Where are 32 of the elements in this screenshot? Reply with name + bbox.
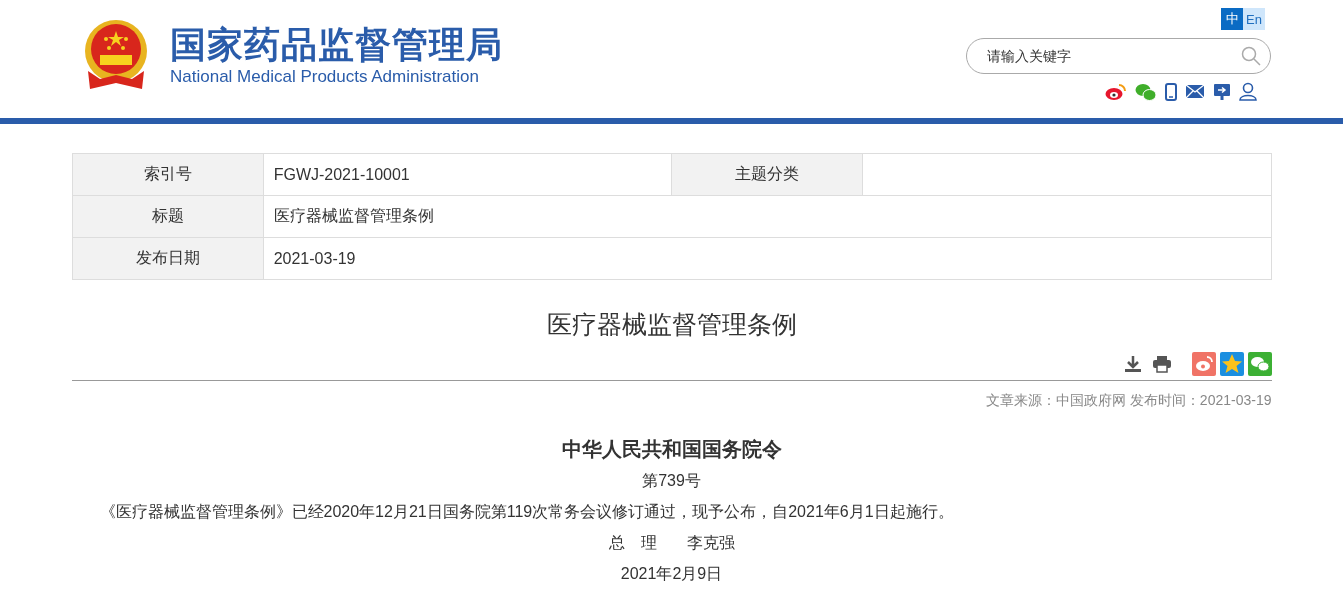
decree-date: 2021年2月9日 — [619, 564, 724, 584]
language-tab[interactable]: 中 — [1221, 8, 1243, 30]
decree-number: 第739号 — [641, 471, 702, 491]
signature-name: 李克强 — [686, 533, 735, 553]
field-value: 医疗器械监督管理条例 — [263, 195, 1271, 238]
user-icon[interactable] — [1239, 82, 1257, 101]
field-label: 主题分类 — [671, 153, 863, 196]
field-label: 索引号 — [72, 153, 264, 196]
star-share-icon[interactable] — [1219, 352, 1244, 376]
wechat-icon[interactable] — [1135, 82, 1157, 101]
field-label: 标题 — [72, 195, 264, 238]
mail-icon[interactable] — [1185, 84, 1205, 99]
field-value: FGWJ-2021-10001 — [263, 153, 672, 196]
phone-icon[interactable] — [1165, 82, 1177, 101]
weibo-icon[interactable] — [1105, 82, 1127, 101]
decree-paragraph: 《医疗器械监督管理条例》已经2020年12月21日国务院第119次常务会议修订通过，现予公布，自2021年6月1日起施行。 — [99, 502, 955, 522]
site-title: 国家药品监督管理局 — [170, 23, 503, 67]
download-icon[interactable] — [1123, 355, 1142, 373]
field-label: 发布日期 — [72, 237, 264, 280]
search-field[interactable]: 请输入关键字 — [966, 38, 1271, 74]
decree-heading: 中华人民共和国国务院令 — [560, 437, 783, 462]
monitor-icon[interactable] — [1213, 82, 1231, 101]
article-title: 医疗器械监督管理条例 — [545, 309, 798, 340]
weibo-share-icon[interactable] — [1191, 352, 1216, 376]
emblem-icon — [82, 19, 150, 91]
article-source: 文章来源：中国政府网 发布时间：2021-03-19 — [985, 392, 1272, 410]
print-icon[interactable] — [1151, 355, 1172, 373]
field-value: 2021-03-19 — [263, 237, 1271, 280]
signature-role: 总 理 — [608, 533, 657, 553]
language-tab[interactable]: En — [1243, 8, 1265, 30]
wechat-share-icon[interactable] — [1247, 352, 1272, 376]
site-subtitle: National Medical Products Administration — [170, 67, 480, 87]
